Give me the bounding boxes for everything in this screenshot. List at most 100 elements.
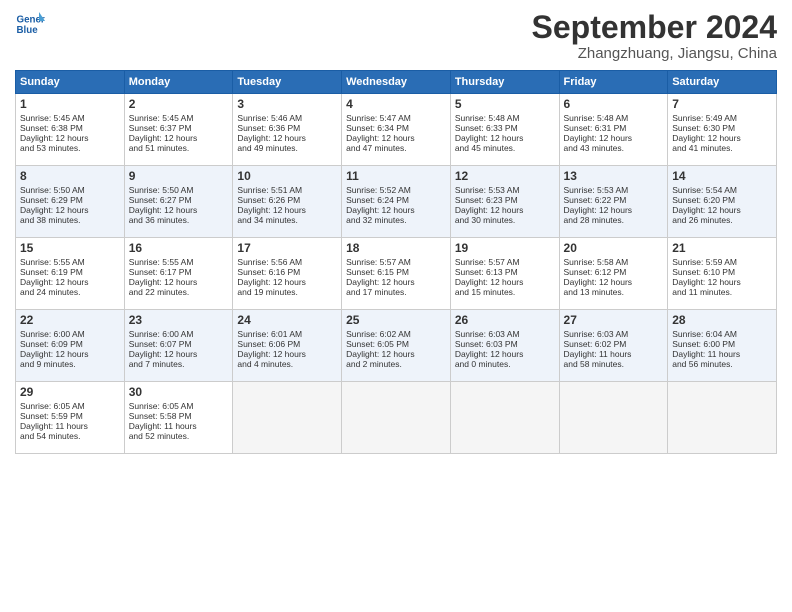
- sunset-label: Sunset: 6:23 PM: [455, 195, 518, 205]
- daylight-label: Daylight: 12 hours: [129, 205, 198, 215]
- month-title: September 2024: [532, 10, 777, 45]
- sunrise-label: Sunrise: 6:04 AM: [672, 329, 737, 339]
- daylight-mins: and 38 minutes.: [20, 215, 80, 225]
- daylight-label: Daylight: 12 hours: [129, 349, 198, 359]
- sunset-label: Sunset: 6:37 PM: [129, 123, 192, 133]
- daylight-mins: and 4 minutes.: [237, 359, 293, 369]
- day-cell-9: 9 Sunrise: 5:50 AM Sunset: 6:27 PM Dayli…: [124, 166, 233, 238]
- day-number: 11: [346, 169, 446, 183]
- sunset-label: Sunset: 6:05 PM: [346, 339, 409, 349]
- week-row-5: 29 Sunrise: 6:05 AM Sunset: 5:59 PM Dayl…: [16, 382, 777, 454]
- daylight-label: Daylight: 12 hours: [672, 205, 741, 215]
- day-cell-6: 6 Sunrise: 5:48 AM Sunset: 6:31 PM Dayli…: [559, 94, 668, 166]
- daylight-mins: and 32 minutes.: [346, 215, 406, 225]
- day-cell-22: 22 Sunrise: 6:00 AM Sunset: 6:09 PM Dayl…: [16, 310, 125, 382]
- sunset-label: Sunset: 6:06 PM: [237, 339, 300, 349]
- col-friday: Friday: [559, 71, 668, 94]
- daylight-label: Daylight: 12 hours: [20, 349, 89, 359]
- sunset-label: Sunset: 6:00 PM: [672, 339, 735, 349]
- daylight-label: Daylight: 12 hours: [346, 277, 415, 287]
- day-number: 14: [672, 169, 772, 183]
- day-number: 22: [20, 313, 120, 327]
- daylight-label: Daylight: 12 hours: [564, 133, 633, 143]
- day-number: 1: [20, 97, 120, 111]
- daylight-label: Daylight: 12 hours: [672, 133, 741, 143]
- daylight-mins: and 24 minutes.: [20, 287, 80, 297]
- day-number: 25: [346, 313, 446, 327]
- day-number: 19: [455, 241, 555, 255]
- day-number: 15: [20, 241, 120, 255]
- logo-icon: General Blue: [15, 10, 45, 38]
- daylight-label: Daylight: 11 hours: [20, 421, 88, 431]
- daylight-mins: and 30 minutes.: [455, 215, 515, 225]
- daylight-mins: and 52 minutes.: [129, 431, 189, 441]
- sunrise-label: Sunrise: 6:03 AM: [455, 329, 520, 339]
- sunset-label: Sunset: 6:38 PM: [20, 123, 83, 133]
- daylight-mins: and 9 minutes.: [20, 359, 76, 369]
- sunset-label: Sunset: 6:31 PM: [564, 123, 627, 133]
- day-cell-5: 5 Sunrise: 5:48 AM Sunset: 6:33 PM Dayli…: [450, 94, 559, 166]
- empty-cell: [233, 382, 342, 454]
- day-cell-25: 25 Sunrise: 6:02 AM Sunset: 6:05 PM Dayl…: [342, 310, 451, 382]
- sunrise-label: Sunrise: 5:51 AM: [237, 185, 302, 195]
- sunrise-label: Sunrise: 5:53 AM: [564, 185, 629, 195]
- week-row-1: 1 Sunrise: 5:45 AM Sunset: 6:38 PM Dayli…: [16, 94, 777, 166]
- daylight-mins: and 58 minutes.: [564, 359, 624, 369]
- sunrise-label: Sunrise: 5:49 AM: [672, 113, 737, 123]
- day-number: 20: [564, 241, 664, 255]
- daylight-label: Daylight: 12 hours: [455, 205, 524, 215]
- daylight-mins: and 54 minutes.: [20, 431, 80, 441]
- daylight-mins: and 26 minutes.: [672, 215, 732, 225]
- daylight-label: Daylight: 12 hours: [237, 205, 306, 215]
- sunrise-label: Sunrise: 6:00 AM: [20, 329, 85, 339]
- daylight-label: Daylight: 12 hours: [455, 133, 524, 143]
- daylight-label: Daylight: 12 hours: [237, 277, 306, 287]
- logo: General Blue: [15, 10, 45, 38]
- sunset-label: Sunset: 6:20 PM: [672, 195, 735, 205]
- sunrise-label: Sunrise: 5:53 AM: [455, 185, 520, 195]
- daylight-label: Daylight: 12 hours: [346, 133, 415, 143]
- day-number: 24: [237, 313, 337, 327]
- day-cell-3: 3 Sunrise: 5:46 AM Sunset: 6:36 PM Dayli…: [233, 94, 342, 166]
- week-row-2: 8 Sunrise: 5:50 AM Sunset: 6:29 PM Dayli…: [16, 166, 777, 238]
- day-number: 7: [672, 97, 772, 111]
- sunset-label: Sunset: 6:29 PM: [20, 195, 83, 205]
- day-cell-1: 1 Sunrise: 5:45 AM Sunset: 6:38 PM Dayli…: [16, 94, 125, 166]
- svg-text:Blue: Blue: [17, 25, 39, 36]
- sunset-label: Sunset: 6:10 PM: [672, 267, 735, 277]
- col-tuesday: Tuesday: [233, 71, 342, 94]
- daylight-label: Daylight: 12 hours: [237, 349, 306, 359]
- sunset-label: Sunset: 6:12 PM: [564, 267, 627, 277]
- sunrise-label: Sunrise: 5:57 AM: [346, 257, 411, 267]
- day-cell-18: 18 Sunrise: 5:57 AM Sunset: 6:15 PM Dayl…: [342, 238, 451, 310]
- daylight-mins: and 53 minutes.: [20, 143, 80, 153]
- week-row-3: 15 Sunrise: 5:55 AM Sunset: 6:19 PM Dayl…: [16, 238, 777, 310]
- daylight-label: Daylight: 11 hours: [672, 349, 740, 359]
- day-cell-21: 21 Sunrise: 5:59 AM Sunset: 6:10 PM Dayl…: [668, 238, 777, 310]
- day-cell-20: 20 Sunrise: 5:58 AM Sunset: 6:12 PM Dayl…: [559, 238, 668, 310]
- title-area: September 2024 Zhangzhuang, Jiangsu, Chi…: [532, 10, 777, 62]
- sunrise-label: Sunrise: 6:02 AM: [346, 329, 411, 339]
- sunset-label: Sunset: 6:16 PM: [237, 267, 300, 277]
- sunset-label: Sunset: 6:07 PM: [129, 339, 192, 349]
- day-cell-16: 16 Sunrise: 5:55 AM Sunset: 6:17 PM Dayl…: [124, 238, 233, 310]
- daylight-label: Daylight: 12 hours: [455, 349, 524, 359]
- sunset-label: Sunset: 6:03 PM: [455, 339, 518, 349]
- header: General Blue September 2024 Zhangzhuang,…: [15, 10, 777, 62]
- daylight-mins: and 43 minutes.: [564, 143, 624, 153]
- col-wednesday: Wednesday: [342, 71, 451, 94]
- daylight-mins: and 36 minutes.: [129, 215, 189, 225]
- sunset-label: Sunset: 6:27 PM: [129, 195, 192, 205]
- sunset-label: Sunset: 6:13 PM: [455, 267, 518, 277]
- sunset-label: Sunset: 6:09 PM: [20, 339, 83, 349]
- sunrise-label: Sunrise: 5:55 AM: [20, 257, 85, 267]
- week-row-4: 22 Sunrise: 6:00 AM Sunset: 6:09 PM Dayl…: [16, 310, 777, 382]
- col-sunday: Sunday: [16, 71, 125, 94]
- day-cell-15: 15 Sunrise: 5:55 AM Sunset: 6:19 PM Dayl…: [16, 238, 125, 310]
- day-number: 27: [564, 313, 664, 327]
- day-cell-12: 12 Sunrise: 5:53 AM Sunset: 6:23 PM Dayl…: [450, 166, 559, 238]
- sunset-label: Sunset: 5:58 PM: [129, 411, 192, 421]
- daylight-mins: and 19 minutes.: [237, 287, 297, 297]
- header-row: Sunday Monday Tuesday Wednesday Thursday…: [16, 71, 777, 94]
- day-number: 29: [20, 385, 120, 399]
